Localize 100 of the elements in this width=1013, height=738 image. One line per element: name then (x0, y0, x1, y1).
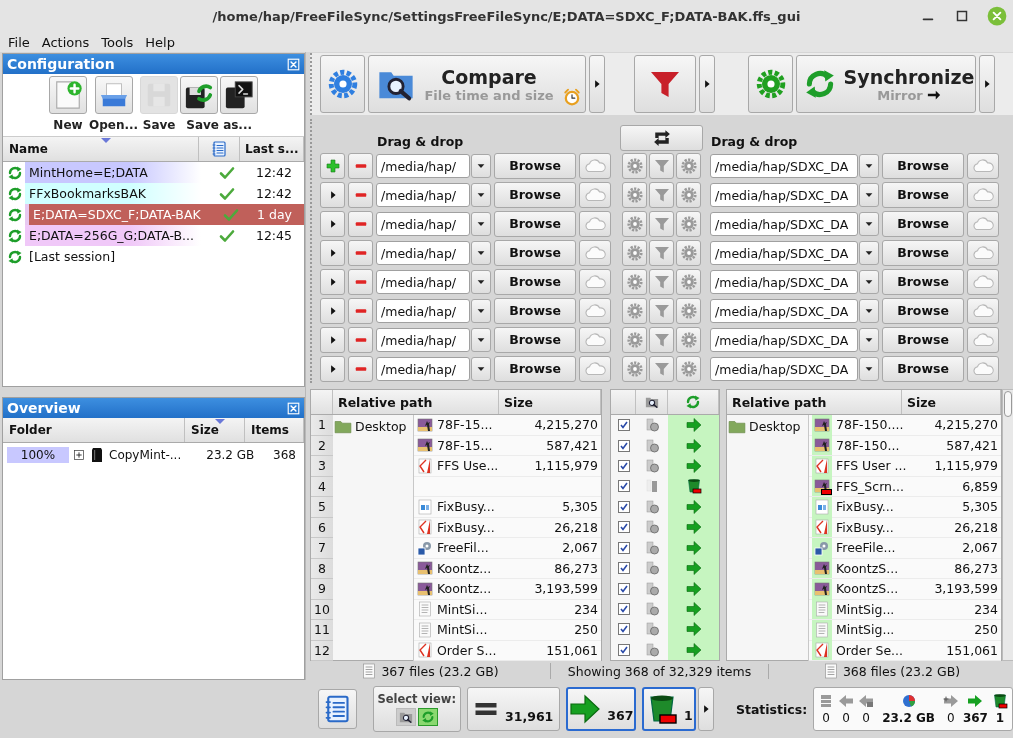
path-field[interactable]: /media/hap/ (376, 298, 470, 323)
browse-button[interactable]: Browse (494, 297, 576, 324)
path-field[interactable]: /media/hap/SDXC_DA (710, 269, 858, 294)
config-row[interactable]: FFxBookmarksBAK 12:42 (3, 183, 304, 204)
column-header[interactable]: Folder (3, 418, 185, 442)
history-dropdown[interactable] (471, 240, 491, 265)
cloud-button[interactable] (967, 355, 999, 382)
history-dropdown[interactable] (471, 269, 491, 294)
browse-button[interactable]: Browse (882, 326, 964, 353)
config-row[interactable]: E;DATA=256G_G;DATA-B... 12:45 (3, 225, 304, 246)
cloud-button[interactable] (967, 239, 999, 266)
pair-filter-button[interactable] (649, 355, 674, 382)
filter-button[interactable] (634, 55, 696, 113)
category-filter-button[interactable]: 367 (566, 687, 637, 731)
cloud-button[interactable] (579, 152, 611, 179)
checkbox[interactable] (617, 439, 630, 452)
cloud-button[interactable] (579, 239, 611, 266)
pair-compare-settings-button[interactable] (622, 297, 647, 324)
path-field[interactable]: /media/hap/ (376, 211, 470, 236)
close-icon[interactable] (287, 57, 300, 71)
checkbox[interactable] (617, 460, 630, 473)
browse-button[interactable]: Browse (882, 181, 964, 208)
checkbox[interactable] (617, 500, 630, 513)
pair-compare-settings-button[interactable] (622, 326, 647, 353)
category-filter-button[interactable]: 1 (642, 687, 697, 731)
menu-item[interactable]: File (8, 34, 30, 50)
menu-item[interactable]: Actions (41, 34, 90, 50)
checkbox[interactable] (617, 643, 630, 656)
cloud-button[interactable] (967, 297, 999, 324)
history-dropdown[interactable] (859, 240, 879, 265)
folder-pair-button[interactable] (320, 181, 345, 208)
pair-filter-button[interactable] (649, 326, 674, 353)
pair-sync-settings-button[interactable] (676, 355, 701, 382)
folder-pair-button[interactable] (320, 297, 345, 324)
history-dropdown[interactable] (471, 182, 491, 207)
compare-settings-button[interactable] (320, 55, 365, 113)
folder-pair-button[interactable] (320, 326, 345, 353)
config-row[interactable]: MintHome=E;DATA 12:42 (3, 162, 304, 183)
browse-button[interactable]: Browse (494, 326, 576, 353)
column-header[interactable]: Items (245, 418, 304, 442)
remove-pair-button[interactable] (348, 355, 373, 382)
pair-sync-settings-button[interactable] (676, 297, 701, 324)
browse-button[interactable]: Browse (494, 239, 576, 266)
pair-sync-settings-button[interactable] (676, 210, 701, 237)
remove-pair-button[interactable] (348, 297, 373, 324)
checkbox[interactable] (617, 419, 630, 432)
column-header[interactable]: Relative path (333, 390, 499, 414)
history-dropdown[interactable] (859, 182, 879, 207)
history-dropdown[interactable] (859, 327, 879, 352)
pair-filter-button[interactable] (649, 239, 674, 266)
view-mode-button[interactable] (395, 708, 416, 726)
column-header[interactable]: Last s... (240, 137, 304, 161)
browse-button[interactable]: Browse (494, 152, 576, 179)
remove-pair-button[interactable] (348, 239, 373, 266)
path-field[interactable]: /media/hap/ (376, 356, 470, 381)
sync-settings-button[interactable] (748, 55, 793, 113)
column-header[interactable]: Name (3, 137, 199, 161)
history-dropdown[interactable] (859, 211, 879, 236)
expand-icon[interactable] (73, 449, 85, 461)
path-field[interactable]: /media/hap/SDXC_DA (710, 327, 858, 352)
column-header[interactable]: Size (185, 418, 245, 442)
browse-button[interactable]: Browse (882, 210, 964, 237)
pair-filter-button[interactable] (649, 268, 674, 295)
close-icon[interactable] (287, 401, 300, 415)
cloud-button[interactable] (579, 268, 611, 295)
browse-button[interactable]: Browse (494, 181, 576, 208)
history-dropdown[interactable] (859, 153, 879, 178)
folder-pair-button[interactable] (320, 355, 345, 382)
cloud-button[interactable] (579, 181, 611, 208)
cloud-button[interactable] (967, 268, 999, 295)
menu-item[interactable]: Tools (101, 34, 134, 50)
pair-compare-settings-button[interactable] (622, 210, 647, 237)
pair-sync-settings-button[interactable] (676, 152, 701, 179)
cloud-button[interactable] (579, 326, 611, 353)
pair-sync-settings-button[interactable] (676, 326, 701, 353)
checkbox[interactable] (617, 623, 630, 636)
pair-filter-button[interactable] (649, 210, 674, 237)
browse-button[interactable]: Browse (494, 210, 576, 237)
browse-button[interactable]: Browse (494, 268, 576, 295)
history-dropdown[interactable] (859, 356, 879, 381)
pair-filter-button[interactable] (649, 297, 674, 324)
menu-item[interactable]: Help (145, 34, 175, 50)
browse-button[interactable]: Browse (882, 268, 964, 295)
path-field[interactable]: /media/hap/SDXC_DA (710, 356, 858, 381)
column-header[interactable]: Relative path (727, 390, 902, 414)
checkbox[interactable] (617, 582, 630, 595)
folder-pair-button[interactable] (320, 268, 345, 295)
path-field[interactable]: /media/hap/SDXC_DA (710, 153, 858, 178)
remove-pair-button[interactable] (348, 268, 373, 295)
remove-pair-button[interactable] (348, 181, 373, 208)
checkbox[interactable] (617, 603, 630, 615)
history-dropdown[interactable] (471, 153, 491, 178)
pair-sync-settings-button[interactable] (676, 268, 701, 295)
browse-button[interactable]: Browse (882, 239, 964, 266)
remove-pair-button[interactable] (348, 326, 373, 353)
path-field[interactable]: /media/hap/ (376, 182, 470, 207)
history-dropdown[interactable] (859, 298, 879, 323)
column-header[interactable]: Size (902, 390, 1001, 414)
cloud-button[interactable] (967, 181, 999, 208)
checkbox[interactable] (617, 480, 630, 493)
